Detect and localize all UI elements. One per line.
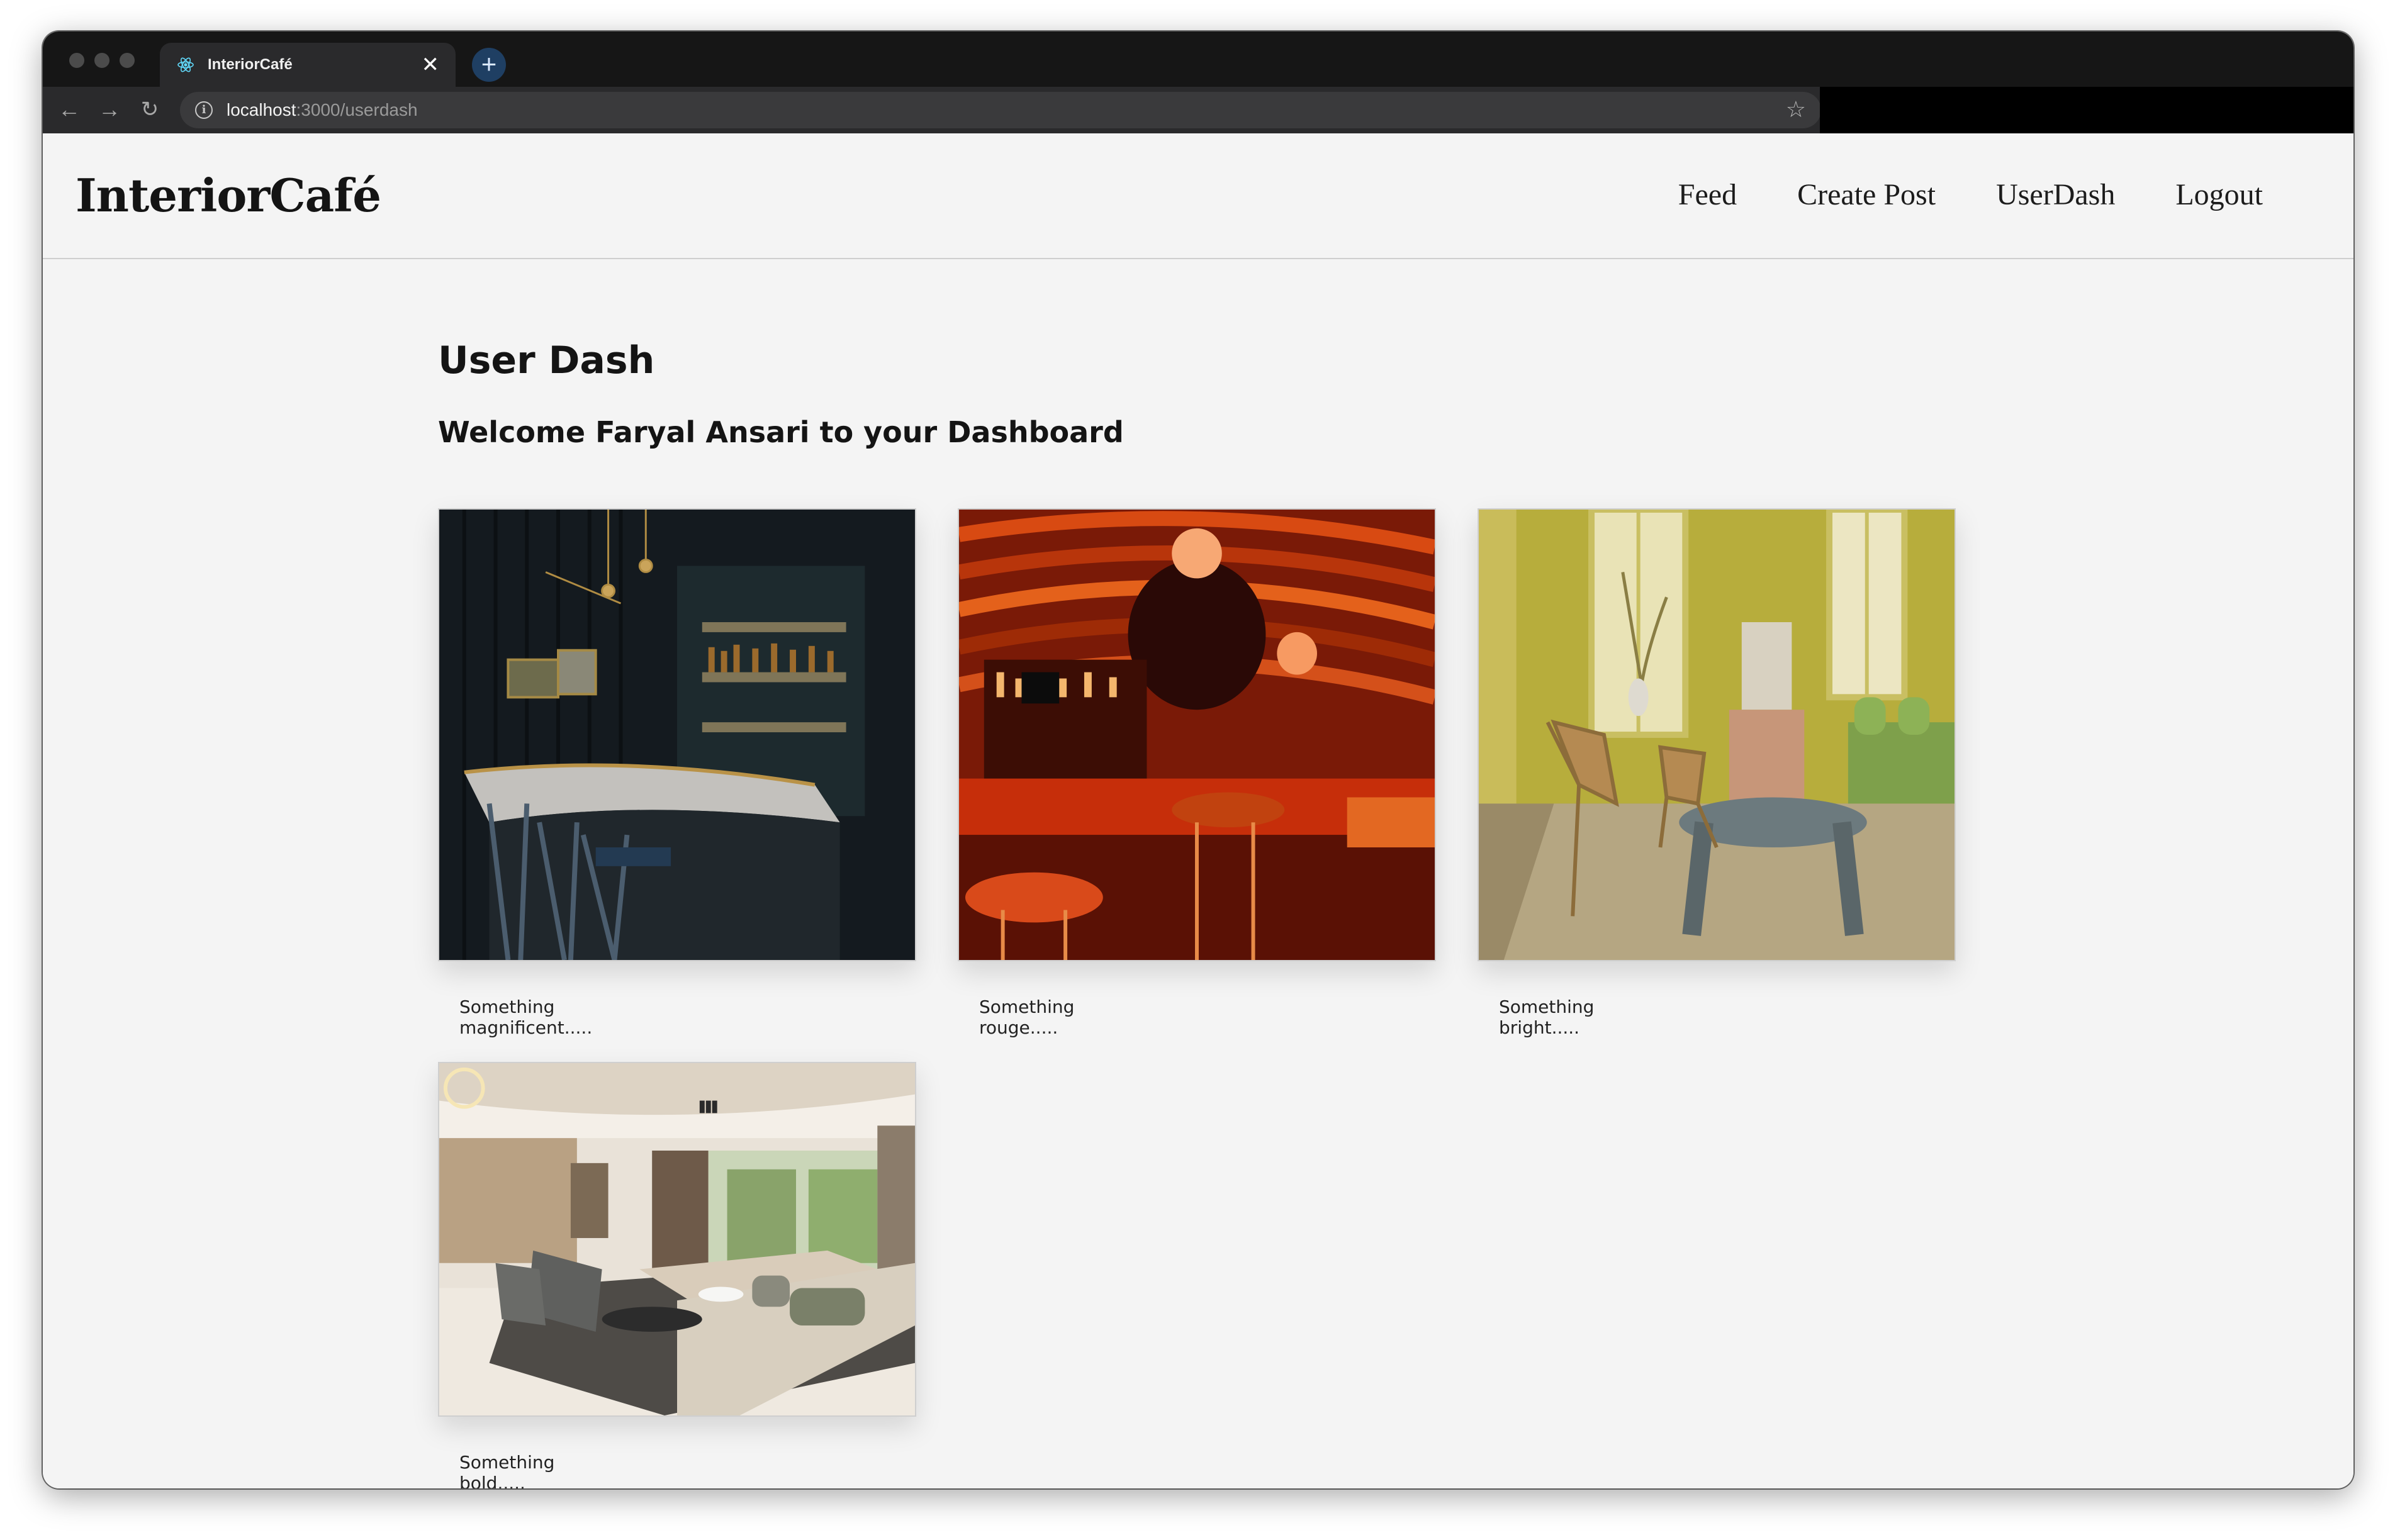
reload-icon[interactable]: ↻ [136, 96, 164, 123]
nav-link-create-post[interactable]: Create Post [1797, 177, 1936, 212]
close-tab-icon[interactable]: ✕ [422, 54, 440, 75]
url-path: :3000/userdash [296, 100, 418, 120]
tab-strip: InteriorCafé ✕ + [43, 31, 2353, 87]
window-close-dot[interactable] [69, 53, 84, 68]
browser-toolbar: ← → ↻ i localhost :3000/userdash ☆ [43, 87, 2353, 133]
back-arrow-icon[interactable]: ← [55, 96, 83, 123]
post-image-modern-lounge[interactable] [438, 1062, 916, 1417]
window-minimize-dot[interactable] [94, 53, 109, 68]
browser-tab[interactable]: InteriorCafé ✕ [160, 43, 456, 87]
toolbar-empty-area [1820, 87, 2353, 133]
nav-link-feed[interactable]: Feed [1678, 177, 1737, 212]
nav-link-logout[interactable]: Logout [2175, 177, 2263, 212]
post-image-yellow-room[interactable] [1478, 508, 1956, 961]
post-image-dark-bar[interactable] [438, 508, 916, 961]
browser-window: InteriorCafé ✕ + ← → ↻ i localhost :3000… [43, 31, 2353, 1488]
address-bar[interactable]: i localhost :3000/userdash ☆ [180, 92, 1821, 128]
forward-arrow-icon[interactable]: → [96, 96, 123, 123]
post-caption: Something rouge..... [979, 996, 1075, 1038]
url-host: localhost [227, 100, 296, 120]
post-caption: Something magnificent..... [459, 996, 593, 1038]
nav-links: Feed Create Post UserDash Logout [1678, 177, 2263, 212]
page-title: User Dash [438, 338, 655, 382]
site-info-icon[interactable]: i [195, 101, 213, 119]
post-caption: Something bold..... [459, 1452, 555, 1488]
nav-link-userdash[interactable]: UserDash [1996, 177, 2115, 212]
post-caption: Something bright..... [1499, 996, 1595, 1038]
site-logo[interactable]: InteriorCafé [76, 169, 381, 222]
page-content: InteriorCafé Feed Create Post UserDash L… [43, 133, 2353, 1488]
new-tab-button[interactable]: + [472, 48, 506, 82]
react-icon [177, 57, 194, 72]
post-image-red-restaurant[interactable] [958, 508, 1436, 961]
welcome-message: Welcome Faryal Ansari to your Dashboard [438, 415, 1124, 449]
bookmark-star-icon[interactable]: ☆ [1786, 97, 1806, 122]
window-maximize-dot[interactable] [120, 53, 135, 68]
tab-title: InteriorCafé [208, 56, 293, 73]
site-navbar: InteriorCafé Feed Create Post UserDash L… [43, 133, 2353, 259]
